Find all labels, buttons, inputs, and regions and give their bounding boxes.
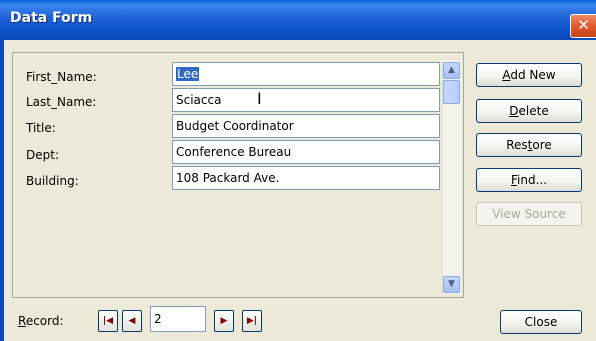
building-field[interactable]: 108 Packard Ave. [172,166,440,190]
dept-field[interactable]: Conference Bureau [172,140,440,164]
last-record-icon[interactable]: ▶| [242,310,262,332]
scroll-up-icon[interactable]: ▲ [443,62,460,79]
delete-button[interactable]: Delete [476,99,582,123]
data-form-window: Data Form ✕ First_Name: Lee Last_Name: S… [0,0,596,341]
building-label: Building: [26,174,79,188]
title-bar[interactable]: Data Form ✕ [0,0,596,40]
first-name-field[interactable]: Lee [172,62,440,86]
last-name-field[interactable]: Sciacca [172,88,440,112]
restore-label-pre: Res [506,138,528,152]
next-record-icon[interactable]: ▶ [214,310,234,332]
close-button[interactable]: Close [500,310,582,334]
find-button[interactable]: Find... [476,168,582,192]
window-title: Data Form [10,10,93,26]
record-mnemonic: R [18,314,26,328]
record-label: Record: [18,314,64,328]
close-window-icon[interactable]: ✕ [570,14,596,38]
view-source-button[interactable]: View Source [476,202,582,226]
title-field[interactable]: Budget Coordinator [172,114,440,138]
record-number-input[interactable]: 2 [150,306,206,332]
restore-label-post: ore [532,138,552,152]
add-new-label: dd New [510,68,556,82]
first-name-label: First_Name: [26,70,97,84]
last-name-label: Last_Name: [26,95,97,109]
scroll-thumb[interactable] [443,80,460,104]
text-cursor-icon: I [257,89,262,108]
delete-mnemonic: D [509,104,519,118]
first-name-value: Lee [176,67,200,81]
previous-record-icon[interactable]: ◀ [122,310,142,332]
restore-button[interactable]: Restore [476,133,582,157]
dept-label: Dept: [26,148,59,162]
title-label: Title: [26,121,56,135]
find-label: ind... [517,173,548,187]
first-record-icon[interactable]: |◀ [98,310,118,332]
delete-label: elete [518,104,549,118]
record-label-text: ecord: [25,314,64,328]
scroll-down-icon[interactable]: ▼ [443,276,460,293]
window-frame [0,40,4,341]
add-new-button[interactable]: Add New [476,63,582,87]
